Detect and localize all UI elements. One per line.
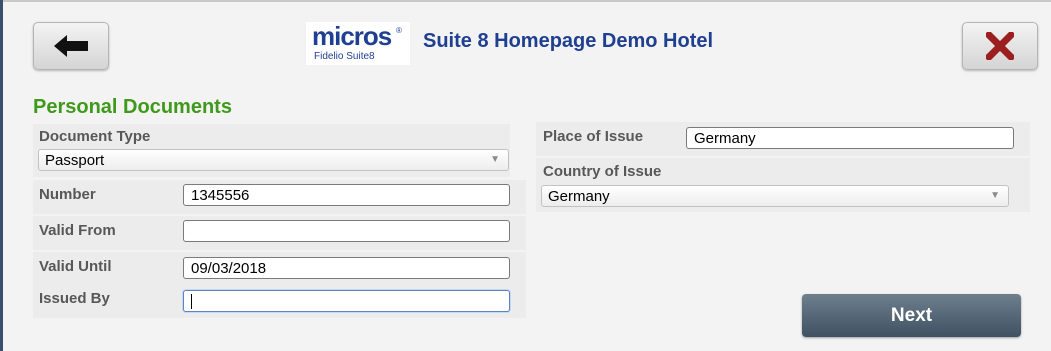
close-button[interactable] [962, 22, 1038, 70]
text-cursor [191, 294, 192, 309]
valid-until-field[interactable]: 09/03/2018 [183, 257, 510, 279]
document-type-select[interactable]: Passport ▼ [38, 149, 509, 171]
document-type-row: Document Type Passport ▼ [33, 124, 510, 177]
issued-by-field[interactable] [183, 290, 510, 312]
close-x-icon [986, 32, 1014, 60]
country-of-issue-value: Germany [548, 188, 610, 205]
valid-from-field[interactable] [183, 220, 510, 242]
window-top-border [3, 0, 1051, 2]
logo-subtext: Fidelio Suite8 [314, 51, 375, 62]
issued-by-label: Issued By [39, 290, 110, 307]
country-of-issue-label: Country of Issue [543, 163, 662, 180]
place-of-issue-row: Place of Issue Germany [536, 122, 1030, 156]
document-type-value: Passport [45, 152, 105, 169]
chevron-down-icon: ▼ [490, 154, 500, 165]
place-of-issue-field[interactable]: Germany [686, 127, 1014, 149]
valid-until-label: Valid Until [39, 258, 112, 275]
document-type-label: Document Type [39, 128, 151, 145]
back-button[interactable] [33, 22, 109, 70]
logo-registered-mark: ® [396, 26, 402, 35]
window-left-border [0, 0, 3, 351]
place-of-issue-label: Place of Issue [543, 128, 644, 145]
micros-logo: micros ® Fidelio Suite8 [306, 21, 410, 65]
page-title: Suite 8 Homepage Demo Hotel [423, 30, 714, 52]
next-button-label: Next [890, 304, 933, 326]
next-button[interactable]: Next [802, 294, 1021, 337]
arrow-left-icon [54, 35, 88, 57]
number-field[interactable]: 1345556 [183, 184, 510, 206]
valid-from-row: Valid From [33, 216, 526, 250]
country-of-issue-select[interactable]: Germany ▼ [541, 185, 1009, 207]
issued-by-row: Issued By [33, 286, 526, 318]
number-label: Number [39, 186, 96, 203]
section-title: Personal Documents [33, 96, 232, 118]
valid-from-label: Valid From [39, 222, 116, 239]
valid-until-row: Valid Until 09/03/2018 [33, 252, 526, 286]
country-of-issue-row: Country of Issue Germany ▼ [536, 158, 1030, 212]
chevron-down-icon: ▼ [990, 190, 1000, 201]
logo-wordmark: micros [312, 21, 392, 51]
number-row: Number 1345556 [33, 180, 526, 214]
